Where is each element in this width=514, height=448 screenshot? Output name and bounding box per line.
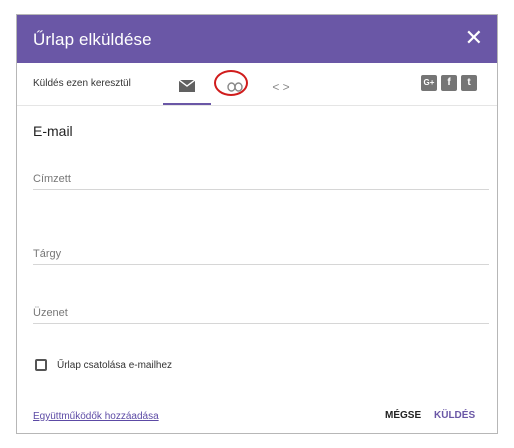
attach-form-label: Űrlap csatolása e-mailhez [57, 359, 173, 371]
close-icon[interactable]: ✕ [465, 27, 483, 49]
subject-field[interactable]: Tárgy [33, 242, 489, 265]
send-via-toolbar: Küldés ezen keresztül < > G+ f t [17, 63, 497, 106]
send-form-dialog: Űrlap elküldése ✕ Küldés ezen keresztül … [16, 14, 498, 434]
attach-form-row: Űrlap csatolása e-mailhez [35, 357, 172, 373]
send-via-label: Küldés ezen keresztül [33, 78, 131, 89]
recipient-field[interactable]: Címzett [33, 167, 489, 190]
cancel-button[interactable]: MÉGSE [385, 410, 421, 421]
dialog-title: Űrlap elküldése [33, 30, 152, 49]
tab-link[interactable] [211, 69, 259, 105]
subject-label: Tárgy [33, 248, 62, 260]
dialog-header: Űrlap elküldése ✕ [17, 15, 497, 63]
attach-form-checkbox[interactable] [35, 359, 47, 371]
section-title-email: E-mail [33, 123, 73, 139]
code-icon: < > [272, 80, 290, 94]
facebook-icon[interactable]: f [441, 75, 457, 91]
dialog-footer: Együttműködők hozzáadása MÉGSE KÜLDÉS [17, 405, 497, 429]
add-collaborators-link[interactable]: Együttműködők hozzáadása [33, 411, 159, 422]
tab-email[interactable] [163, 69, 211, 105]
envelope-icon [179, 80, 195, 92]
highlight-circle [214, 70, 248, 96]
recipient-label: Címzett [33, 173, 71, 185]
google-plus-icon[interactable]: G+ [421, 75, 437, 91]
message-field[interactable]: Üzenet [33, 301, 489, 324]
tab-embed[interactable]: < > [257, 69, 305, 105]
send-button[interactable]: KÜLDÉS [434, 410, 475, 421]
message-label: Üzenet [33, 307, 68, 319]
twitter-icon[interactable]: t [461, 75, 477, 91]
